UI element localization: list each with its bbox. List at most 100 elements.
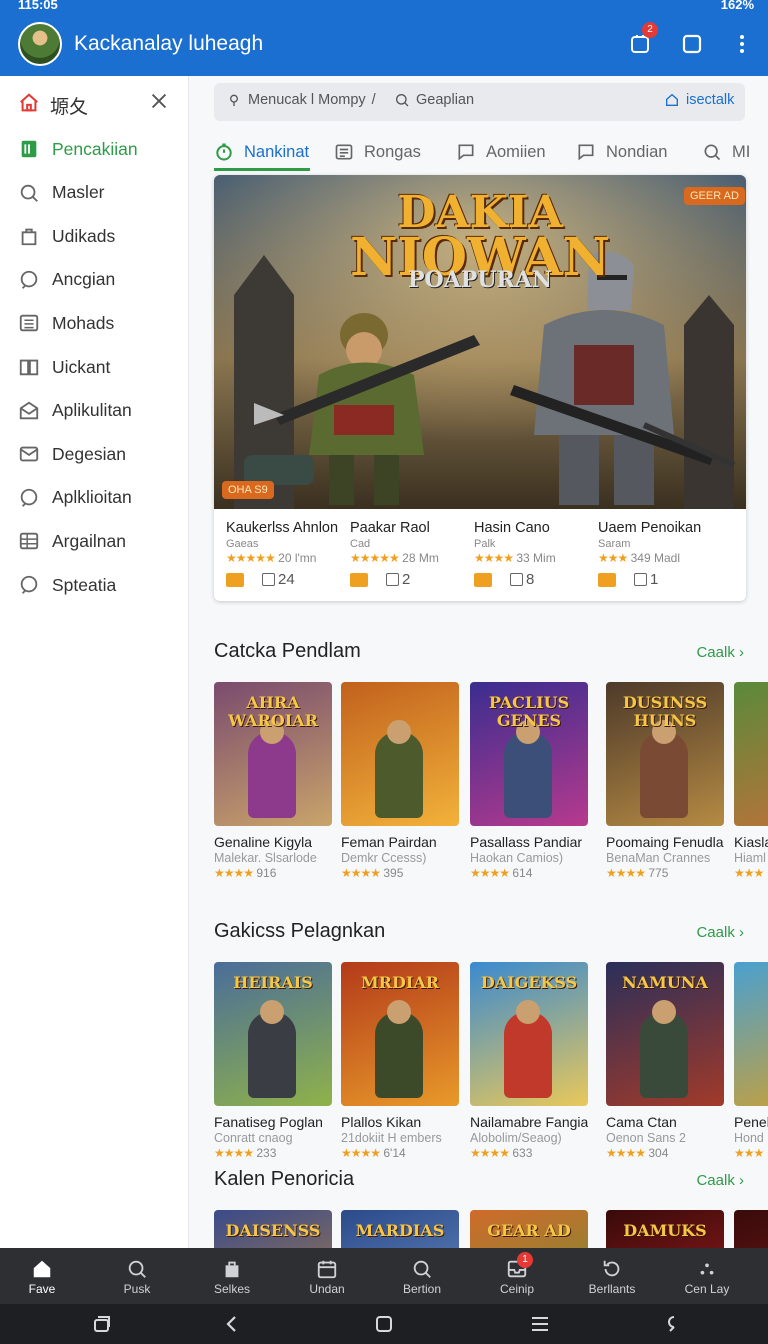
featured-item-actions: 1	[598, 571, 722, 588]
menu-lines-icon[interactable]	[530, 1314, 550, 1334]
game-thumbnail[interactable]: DAISENSS	[214, 1210, 332, 1248]
game-card[interactable]: DAIGEKSS Nailamabre Fangian Alobolim/Seaog…	[470, 962, 588, 1160]
tab-rongas[interactable]: Rongas	[334, 136, 421, 168]
game-thumbnail[interactable]: MRDIAR	[341, 962, 459, 1106]
game-card[interactable]: KiaslaHiaml★★★	[734, 682, 768, 880]
more-vert-icon[interactable]	[728, 30, 756, 58]
game-thumbnail[interactable]	[734, 682, 768, 826]
tab-nondian[interactable]: Nondian	[576, 136, 667, 168]
bottom-nav-undan[interactable]: Undan	[287, 1254, 367, 1296]
game-thumbnail[interactable]	[734, 1210, 768, 1248]
square-icon[interactable]	[678, 30, 706, 58]
sidebar-item-masler[interactable]: Masler	[18, 176, 183, 210]
game-card[interactable]: PACLIUS GENES Pasallass Pandiar Haokan Cam…	[470, 682, 588, 880]
featured-card[interactable]: DAKIA NIOWAN POAPURAN GEER AD OHA S9 Kau…	[214, 175, 746, 601]
avatar[interactable]	[18, 22, 62, 66]
rating-stars: ★★★★	[341, 1146, 381, 1160]
game-card[interactable]: HEIRAIS Fanatiseg Poglan Conratt cnaog ★★★★…	[214, 962, 332, 1160]
game-thumbnail[interactable]	[734, 962, 768, 1106]
see-all-link[interactable]: Caalk ›	[696, 644, 744, 661]
search-bar[interactable]: Menucak l Mompy / Geaplian isectalk	[214, 83, 745, 121]
sidebar-item-degesian[interactable]: Degesian	[18, 437, 183, 471]
sidebar-item-mohads[interactable]: Mohads	[18, 306, 183, 340]
comment-icon[interactable]	[262, 573, 275, 586]
tab-nankinat[interactable]: Nankinat	[214, 136, 309, 168]
search-icon	[396, 94, 409, 107]
game-thumbnail[interactable]: DUSINSS HUINS	[606, 682, 724, 826]
nav-badge: 1	[517, 1252, 533, 1268]
game-thumbnail[interactable]	[341, 682, 459, 826]
rating-value: 28 Mm	[402, 551, 439, 565]
game-card[interactable]: DAMUKS	[606, 1210, 724, 1248]
game-thumbnail[interactable]: AHRA WAROIAR	[214, 682, 332, 826]
comment-icon[interactable]	[510, 573, 523, 586]
game-card[interactable]	[734, 1210, 768, 1248]
game-thumbnail[interactable]: PACLIUS GENES	[470, 682, 588, 826]
grid-icon	[19, 533, 39, 550]
game-thumbnail[interactable]: MARDIAS	[341, 1210, 459, 1248]
featured-item[interactable]: Uaem Penoikan Saram ★★★ 349 Madl 1	[598, 520, 722, 588]
sidebar-item-argailnan[interactable]: Argailnan	[18, 524, 183, 558]
featured-item-rating: ★★★★★ 20 l'mn	[226, 551, 350, 565]
game-thumbnail[interactable]: DAMUKS	[606, 1210, 724, 1248]
game-card[interactable]: MRDIAR Plallos Kikan 21dokiit H embers ★★★★…	[341, 962, 459, 1160]
sidebar-item-pencakiian[interactable]: Pencakiian	[18, 132, 183, 166]
section-title: Kalen Penoricia	[214, 1168, 355, 1190]
sidebar-item-uickant[interactable]: Uickant	[18, 350, 183, 384]
game-thumbnail[interactable]: DAIGEKSS	[470, 962, 588, 1106]
featured-item[interactable]: Hasin Cano Palk ★★★★ 33 Mim 8	[474, 520, 598, 588]
sidebar-item-aplklioitan[interactable]: Aplklioitan	[18, 481, 183, 515]
game-title: Genaline Kigyla	[214, 834, 313, 850]
status-bar: 115:05 162%	[0, 0, 768, 14]
game-card[interactable]: AHRA WAROIAR Genaline Kigyla Malekar. Slsa…	[214, 682, 332, 880]
bottom-nav-bertion[interactable]: Bertion	[382, 1254, 462, 1296]
search-action[interactable]: isectalk	[664, 92, 734, 108]
sidebar-item-aplikulitan[interactable]: Aplikulitan	[18, 394, 183, 428]
search-query[interactable]: Geaplian	[394, 92, 474, 108]
see-all-link[interactable]: Caalk ›	[696, 1172, 744, 1189]
close-icon[interactable]	[148, 90, 172, 114]
recent-apps-icon[interactable]	[92, 1314, 112, 1334]
game-subtitle: Conratt cnaog	[214, 1131, 293, 1145]
sidebar-item-udikads[interactable]: Udikads	[18, 219, 183, 253]
featured-item[interactable]: Kaukerlss Ahnlon Gaeas ★★★★★ 20 l'mn 24	[226, 520, 350, 588]
game-card[interactable]: DAISENSS	[214, 1210, 332, 1248]
bookmark-icon[interactable]	[598, 572, 616, 587]
see-all-link[interactable]: Caalk ›	[696, 924, 744, 941]
game-card[interactable]: Feman Pairdan Demkr Ccesss) ★★★★ 395	[341, 682, 459, 880]
bottom-nav-ceinip[interactable]: Ceinip 1	[477, 1252, 557, 1296]
bottom-nav-pusk[interactable]: Pusk	[97, 1254, 177, 1296]
bottom-nav-fave[interactable]: Fave	[2, 1254, 82, 1296]
featured-artwork[interactable]: DAKIA NIOWAN POAPURAN GEER AD OHA S9	[214, 175, 746, 509]
bottom-nav-berllants[interactable]: Berllants	[572, 1254, 652, 1296]
rating-value: 395	[383, 866, 404, 880]
game-card[interactable]: NAMUNA Cama Ctan Oenon Sans 2 ★★★★ 304	[606, 962, 724, 1160]
comment-icon[interactable]	[386, 573, 399, 586]
bookmark-icon[interactable]	[350, 572, 368, 587]
game-thumbnail[interactable]: HEIRAIS	[214, 962, 332, 1106]
game-card[interactable]: GEAR AD	[470, 1210, 588, 1248]
bottom-nav-cen-lay[interactable]: Cen Lay	[667, 1254, 747, 1296]
bookmark-icon[interactable]	[226, 572, 244, 587]
sidebar-item-spteatia[interactable]: Spteatia	[18, 568, 183, 602]
game-thumbnail[interactable]: GEAR AD	[470, 1210, 588, 1248]
assistant-icon[interactable]	[662, 1314, 682, 1334]
comment-icon[interactable]	[634, 573, 647, 586]
bottom-nav-selkes[interactable]: Selkes	[192, 1254, 272, 1296]
featured-item[interactable]: Paakar Raol Cad ★★★★★ 28 Mm 2	[350, 520, 474, 588]
search-location[interactable]: Menucak l Mompy /	[226, 92, 376, 108]
game-card[interactable]: DUSINSS HUINS Poomaing Fenudlan BenaMan Cr…	[606, 682, 724, 880]
rating-value: 349 Madl	[630, 551, 680, 565]
search-query-label: Geaplian	[416, 92, 475, 108]
back-icon[interactable]	[222, 1314, 242, 1334]
game-card[interactable]: PenebHond★★★	[734, 962, 768, 1160]
notifications-icon[interactable]: 2	[626, 22, 658, 58]
home-icon[interactable]	[18, 92, 40, 114]
bookmark-icon[interactable]	[474, 572, 492, 587]
game-thumbnail[interactable]: NAMUNA	[606, 962, 724, 1106]
sidebar-item-ancgian[interactable]: Ancgian	[18, 263, 183, 297]
tab-more[interactable]: MI	[702, 136, 750, 168]
tab-aomiien[interactable]: Aomiien	[456, 136, 546, 168]
game-card[interactable]: MARDIAS	[341, 1210, 459, 1248]
home-square-icon[interactable]	[374, 1314, 394, 1334]
